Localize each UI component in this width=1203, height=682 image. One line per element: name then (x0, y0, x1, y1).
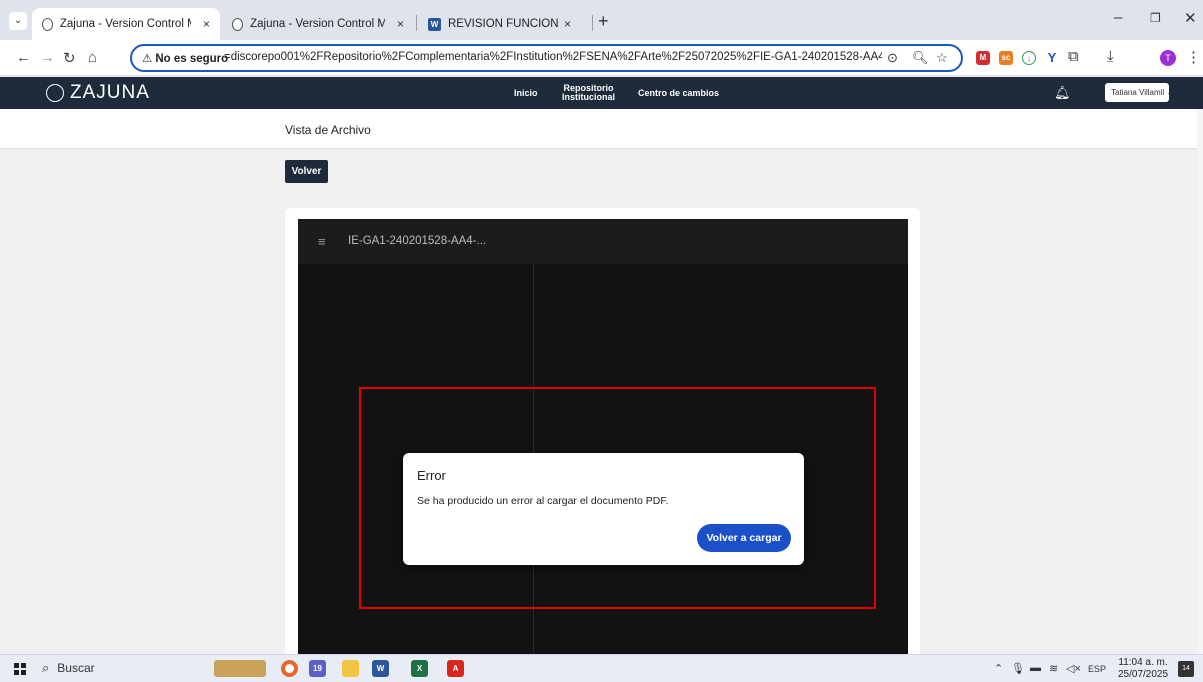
browser-toolbar: ← → ↻ ⌂ ⚠ No es seguro =discorepo001%2FRe… (0, 40, 1203, 76)
tray-chevron-icon[interactable]: ⌃ (994, 662, 1003, 675)
download-icon[interactable]: ⤓ (1107, 48, 1114, 65)
word-icon[interactable]: W (372, 660, 389, 677)
windows-start-icon[interactable] (14, 663, 26, 675)
app-header: ZAJUNA Inicio Repositorio Institucional … (0, 77, 1203, 109)
tab-separator (416, 15, 417, 31)
teams-badge: 19 (313, 664, 322, 673)
extension-icon[interactable]: sc (999, 51, 1013, 65)
restore-icon[interactable]: ❐ (1150, 11, 1161, 25)
extension-icon[interactable]: ↓ (1022, 51, 1036, 65)
browser-tab-strip: ⌄ Zajuna - Version Control Manag × Zajun… (0, 0, 1203, 40)
reload-icon[interactable]: ↻ (63, 49, 76, 67)
microphone-icon[interactable]: 🎙︎ (1011, 662, 1025, 675)
language-indicator[interactable]: ESP (1088, 664, 1106, 674)
notification-count: 14 (1182, 665, 1190, 672)
page-subheader: Vista de Archivo (0, 109, 1203, 149)
clock-time: 11:04 a. m. (1118, 657, 1168, 668)
windows-taskbar: ⌕ Buscar 19 W X A ⌃ 🎙︎ ▬ ≋ ◁× ESP 11:04 a… (0, 654, 1203, 682)
zajuna-logo[interactable]: ZAJUNA (46, 82, 150, 104)
logo-mark-icon (46, 84, 64, 102)
security-label: No es seguro (155, 53, 229, 65)
nav-inicio[interactable]: Inicio (514, 89, 538, 98)
pdf-document-title: IE-GA1-240201528-AA4-... (348, 235, 487, 247)
browser-tab-2[interactable]: Zajuna - Version Control Manag × (222, 8, 414, 40)
page-title: Vista de Archivo (285, 123, 371, 137)
clock-date: 25/07/2025 (1118, 669, 1169, 680)
bell-icon[interactable]: 🔔︎ (1054, 85, 1071, 101)
back-button[interactable]: Volver (285, 160, 328, 183)
battery-icon[interactable]: ▬ (1030, 662, 1041, 674)
wifi-icon[interactable]: ≋ (1049, 662, 1058, 675)
dialog-message: Se ha producido un error al cargar el do… (417, 495, 669, 507)
extension-icon[interactable]: Y (1045, 51, 1059, 65)
bookmark-star-icon[interactable]: ☆ (936, 50, 948, 66)
new-tab-button[interactable]: + (598, 11, 609, 32)
tab-title: Zajuna - Version Control Manag (59, 18, 191, 30)
reload-button[interactable]: Volver a cargar (697, 524, 791, 552)
volume-muted-icon[interactable]: ◁× (1066, 662, 1081, 675)
google-lens-icon[interactable]: ⊙ (887, 50, 898, 66)
minimize-icon[interactable]: – (1114, 9, 1122, 26)
globe-icon (42, 17, 53, 31)
search-icon: ⌕ (42, 660, 50, 675)
notification-center-icon[interactable]: 14 (1178, 661, 1194, 677)
user-menu-button[interactable]: Tatiana Villamil ⌄ (1105, 83, 1173, 102)
tab-title: Zajuna - Version Control Manag (250, 18, 385, 30)
taskbar-search[interactable]: ⌕ Buscar (42, 660, 95, 676)
globe-icon (232, 17, 244, 31)
back-arrow-icon[interactable]: ← (16, 49, 31, 66)
hamburger-menu-icon[interactable]: ≡ (318, 234, 326, 249)
nav-centro-de-cambios[interactable]: Centro de cambios (638, 89, 719, 98)
chevron-down-icon: ⌄ (1166, 88, 1174, 97)
forward-arrow-icon[interactable]: → (40, 49, 55, 66)
acrobat-icon[interactable]: A (447, 660, 464, 677)
url-text[interactable]: =discorepo001%2FRepositorio%2FComplement… (224, 51, 882, 63)
search-label: Buscar (57, 661, 95, 675)
error-dialog: Error Se ha producido un error al cargar… (403, 453, 804, 565)
taskbar-clock[interactable]: 11:04 a. m. 25/07/2025 (1118, 657, 1168, 681)
warning-icon: ⚠ (142, 53, 153, 65)
word-doc-icon: W (428, 17, 441, 31)
profile-avatar[interactable]: T (1160, 50, 1176, 66)
excel-icon[interactable]: X (411, 660, 428, 677)
dialog-title: Error (417, 468, 446, 483)
nav-label-line2: Institucional (562, 92, 616, 102)
more-menu-icon[interactable]: ⋮ (1186, 48, 1201, 66)
tab-title: REVISIÓN FUNCIÓN REPOSITO (448, 18, 560, 30)
browser-tab-3[interactable]: W REVISIÓN FUNCIÓN REPOSITO × (418, 8, 590, 40)
user-name: Tatiana Villamil (1111, 88, 1165, 97)
tab-separator (592, 15, 593, 31)
address-bar[interactable]: ⚠ No es seguro =discorepo001%2FRepositori… (130, 44, 963, 72)
close-tab-icon[interactable]: × (397, 17, 404, 31)
file-explorer-icon[interactable] (342, 660, 359, 677)
zoom-icon[interactable]: 🔍︎ (912, 50, 929, 66)
pdf-viewer-toolbar: ≡ IE-GA1-240201528-AA4-... (298, 219, 908, 264)
tab-search-chevron-icon[interactable]: ⌄ (9, 12, 27, 30)
logo-text: ZAJUNA (70, 82, 150, 103)
home-icon[interactable]: ⌂ (88, 49, 97, 66)
close-window-icon[interactable]: ✕ (1184, 9, 1197, 27)
page-scrollbar-track[interactable] (1197, 109, 1203, 654)
browser-tab-1[interactable]: Zajuna - Version Control Manag × (32, 8, 220, 40)
nav-repositorio-institucional[interactable]: Repositorio Institucional (562, 84, 615, 102)
extension-icon[interactable]: M (976, 51, 990, 65)
close-tab-icon[interactable]: × (564, 17, 571, 31)
chrome-icon[interactable] (281, 660, 298, 677)
teams-icon[interactable]: 19 (309, 660, 326, 677)
widget-weather-icon[interactable] (214, 660, 266, 677)
extensions-puzzle-icon[interactable]: ⧉ (1068, 48, 1079, 65)
close-tab-icon[interactable]: × (203, 17, 210, 31)
security-indicator[interactable]: ⚠ No es seguro (142, 51, 228, 65)
